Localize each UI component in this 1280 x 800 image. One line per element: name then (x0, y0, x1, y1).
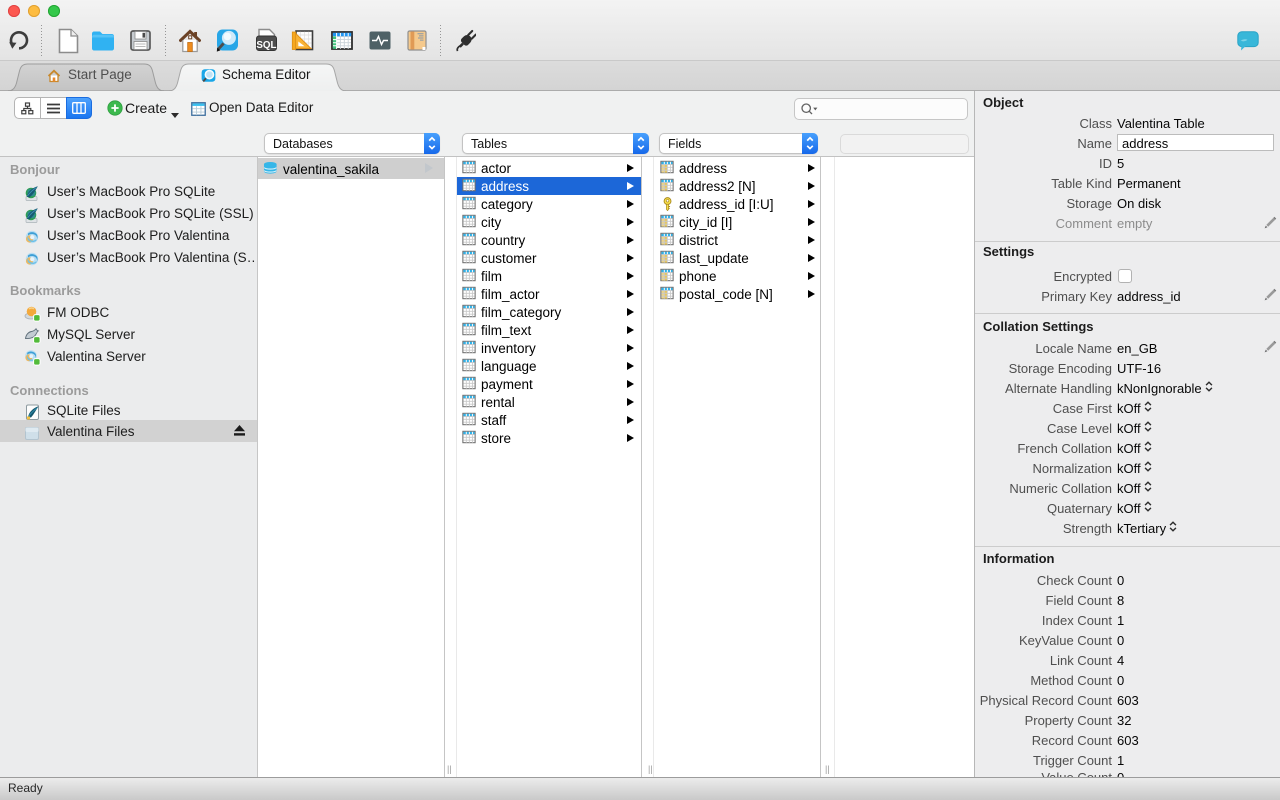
svg-text:SQL: SQL (256, 40, 276, 51)
